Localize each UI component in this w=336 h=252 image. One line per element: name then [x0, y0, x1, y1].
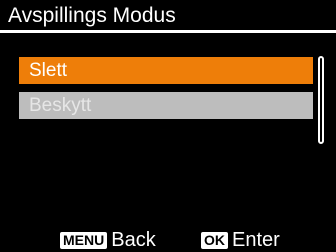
menu-item-slett[interactable]: Slett — [19, 57, 313, 84]
title-bar: Avspillings Modus — [0, 0, 336, 33]
menu-key-icon: MENU — [60, 231, 108, 249]
ok-key-icon: OK — [201, 231, 228, 249]
page-title: Avspillings Modus — [8, 4, 176, 27]
menu-item-beskytt[interactable]: Beskytt — [19, 92, 313, 119]
back-button[interactable]: MENU Back — [60, 229, 156, 251]
scrollbar[interactable] — [318, 56, 324, 144]
back-label: Back — [111, 229, 156, 251]
enter-button[interactable]: OK Enter — [201, 229, 280, 251]
bottom-bar: MENU Back OK Enter — [0, 226, 336, 252]
enter-label: Enter — [232, 229, 280, 251]
